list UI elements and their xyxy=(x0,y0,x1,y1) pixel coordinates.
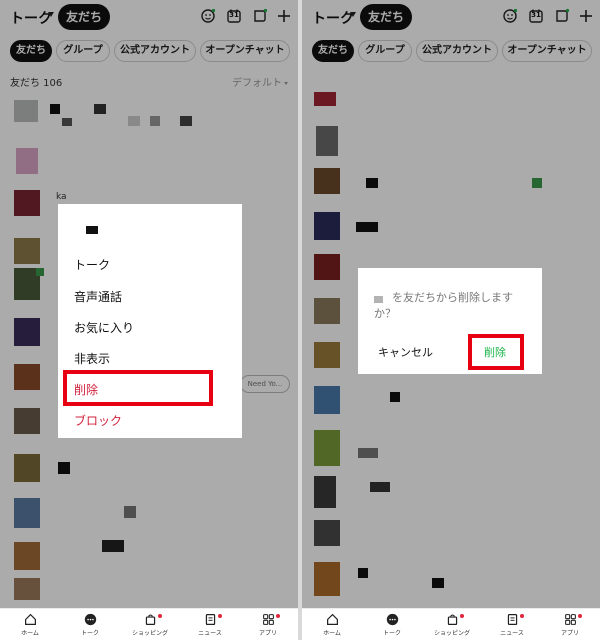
nav-label: ニュース xyxy=(500,630,524,637)
right-screen: トーク 友だち 31 友だち グループ 公式アカウント オープンチャット ホーム… xyxy=(302,0,600,640)
home-icon xyxy=(326,613,338,625)
menu-item-favorite[interactable]: お気に入り xyxy=(74,319,134,336)
nav-label: ショッピング xyxy=(433,630,470,637)
menu-item-voice-call[interactable]: 音声通話 xyxy=(74,288,122,305)
confirm-message: を友だちから削除しますか？ xyxy=(374,291,513,320)
nav-label: アプリ xyxy=(258,630,277,637)
nav-shopping[interactable]: ショッピング xyxy=(120,613,180,637)
highlight-box xyxy=(63,370,213,406)
home-icon xyxy=(24,613,36,625)
nav-label: ホーム xyxy=(323,630,341,637)
apps-grid-icon xyxy=(262,614,274,625)
shopping-bag-icon xyxy=(145,614,155,625)
menu-item-talk[interactable]: トーク xyxy=(74,256,110,273)
notification-dot xyxy=(520,614,524,618)
shopping-bag-icon xyxy=(447,614,457,625)
chat-bubble-icon xyxy=(84,613,96,626)
notification-dot xyxy=(158,614,162,618)
chat-bubble-icon xyxy=(386,613,398,626)
nav-label: ニュース xyxy=(198,630,222,637)
nav-apps[interactable]: アプリ xyxy=(540,613,600,637)
notification-dot xyxy=(460,614,464,618)
nav-shopping[interactable]: ショッピング xyxy=(422,613,482,637)
highlight-box xyxy=(468,334,524,370)
nav-label: トーク xyxy=(382,630,401,637)
nav-talk[interactable]: トーク xyxy=(60,613,120,637)
news-icon xyxy=(205,614,215,625)
cancel-button[interactable]: キャンセル xyxy=(378,344,433,360)
nav-apps[interactable]: アプリ xyxy=(238,613,298,637)
left-screen: トーク 友だち 31 友だち グループ 公式アカウント オープンチャット 友だち… xyxy=(0,0,298,640)
menu-item-block[interactable]: ブロック xyxy=(74,412,122,429)
nav-home[interactable]: ホーム xyxy=(302,613,362,637)
nav-label: ショッピング xyxy=(131,630,168,637)
nav-news[interactable]: ニュース xyxy=(180,613,240,637)
bottom-nav: ホーム トーク ショッピング ニュース アプリ xyxy=(0,608,298,640)
nav-news[interactable]: ニュース xyxy=(482,613,542,637)
nav-label: アプリ xyxy=(560,630,579,637)
menu-item-hide[interactable]: 非表示 xyxy=(74,350,110,367)
nav-label: トーク xyxy=(80,630,99,637)
nav-home[interactable]: ホーム xyxy=(0,613,60,637)
notification-dot xyxy=(218,614,222,618)
nav-talk[interactable]: トーク xyxy=(362,613,422,637)
bottom-nav: ホーム トーク ショッピング ニュース アプリ xyxy=(302,608,600,640)
nav-label: ホーム xyxy=(21,630,39,637)
notification-dot xyxy=(578,614,582,618)
notification-dot xyxy=(276,614,280,618)
redacted-friend-name xyxy=(86,226,98,234)
news-icon xyxy=(507,614,517,625)
apps-grid-icon xyxy=(564,614,576,625)
